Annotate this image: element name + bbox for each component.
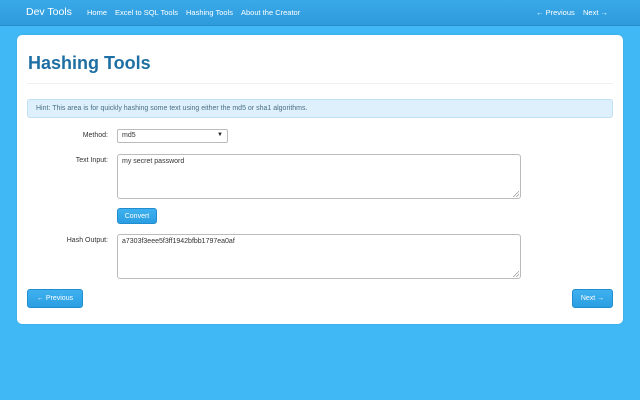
text-input-field[interactable]: my secret password xyxy=(117,154,521,199)
method-select[interactable]: md5 ▼ xyxy=(117,129,228,143)
nav-home-link[interactable]: Home xyxy=(87,8,107,17)
next-button[interactable]: Next → xyxy=(572,289,613,308)
navbar: Dev Tools Home Excel to SQL Tools Hashin… xyxy=(0,0,640,26)
previous-button[interactable]: ← Previous xyxy=(27,289,83,308)
nav-next-link[interactable]: Next → xyxy=(583,8,608,17)
title-divider xyxy=(27,83,613,84)
hint-alert: Hint: This area is for quickly hashing s… xyxy=(27,99,613,118)
text-input-value: my secret password xyxy=(122,158,185,165)
text-input-label: Text Input: xyxy=(75,157,108,164)
nav-hashing-tools-link[interactable]: Hashing Tools xyxy=(186,8,233,17)
page-title: Hashing Tools xyxy=(28,53,151,73)
main-card: Hashing Tools Hint: This area is for qui… xyxy=(17,35,623,324)
nav-excel-to-sql-link[interactable]: Excel to SQL Tools xyxy=(115,8,178,17)
hash-output-field[interactable]: a7303f3eee5f3ff1942bfbb1797ea0af xyxy=(117,234,521,279)
resize-grip-icon[interactable] xyxy=(513,271,519,277)
nav-about-link[interactable]: About the Creator xyxy=(241,8,300,17)
resize-grip-icon[interactable] xyxy=(513,191,519,197)
hash-output-label: Hash Output: xyxy=(66,237,108,244)
convert-button[interactable]: Convert xyxy=(117,208,157,224)
nav-previous-link[interactable]: ← Previous xyxy=(536,8,575,17)
method-select-value: md5 xyxy=(122,132,136,139)
hash-output-value: a7303f3eee5f3ff1942bfbb1797ea0af xyxy=(122,238,235,245)
method-label: Method: xyxy=(82,132,108,139)
caret-down-icon: ▼ xyxy=(217,132,223,138)
brand-link[interactable]: Dev Tools xyxy=(26,6,72,18)
